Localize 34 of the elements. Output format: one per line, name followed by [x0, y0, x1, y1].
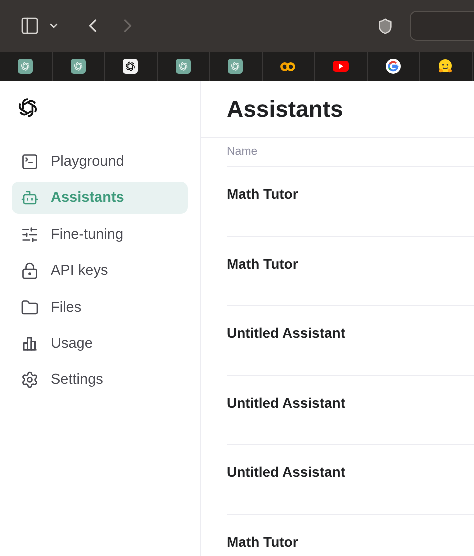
- shield-icon[interactable]: [377, 18, 394, 34]
- logo-icon: [176, 59, 191, 74]
- sidebar-item[interactable]: Playground: [12, 146, 188, 178]
- settings-icon: [21, 371, 39, 390]
- assistant-name[interactable]: Math Tutor: [227, 186, 298, 202]
- smiley-icon: [438, 59, 454, 74]
- logo-icon: [18, 59, 34, 74]
- sidebar-item[interactable]: API keys: [12, 255, 188, 288]
- robot-icon: [21, 189, 39, 208]
- play-icon: [332, 61, 349, 72]
- sliders-icon: [21, 226, 39, 244]
- page-title: Assistants: [227, 96, 344, 122]
- assistant-name[interactable]: Untitled Assistant: [227, 464, 346, 480]
- logo-icon: [70, 59, 86, 74]
- sidebar-toggle-button[interactable]: [20, 16, 40, 36]
- logo-icon: [16, 96, 40, 120]
- sidebar-item[interactable]: Fine-tuning: [12, 218, 188, 251]
- address-field[interactable]: [410, 11, 474, 41]
- bar-chart-icon: [21, 334, 39, 353]
- lock-icon: [21, 262, 39, 280]
- folder-icon: [21, 298, 39, 317]
- assistant-name[interactable]: Math Tutor: [227, 256, 298, 272]
- sidebar-item[interactable]: Usage: [12, 328, 188, 360]
- g-logo-icon: [386, 59, 401, 74]
- assistant-name[interactable]: Untitled Assistant: [227, 325, 346, 341]
- assistant-name[interactable]: Math Tutor: [227, 534, 298, 550]
- sidebar-item[interactable]: Settings: [12, 364, 188, 396]
- logo-icon: [123, 59, 138, 74]
- infinity-icon: [280, 62, 296, 72]
- assistant-name[interactable]: Untitled Assistant: [227, 394, 346, 410]
- column-header: Name: [227, 146, 258, 158]
- terminal-icon: [21, 153, 39, 171]
- logo-icon: [228, 59, 244, 74]
- sidebar-item[interactable]: Files: [12, 292, 188, 324]
